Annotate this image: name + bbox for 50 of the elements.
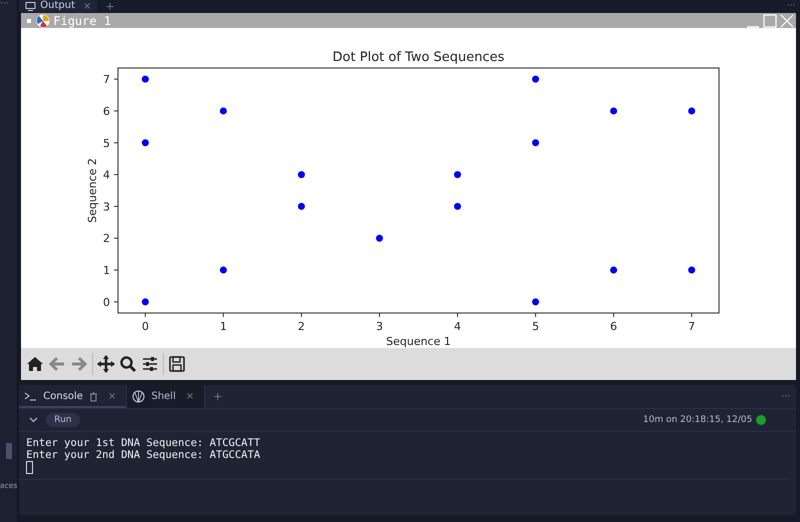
y-tick-label: 2 [103, 232, 110, 246]
y-tick-label: 1 [103, 264, 110, 278]
more-menu[interactable]: ··· [786, 1, 796, 11]
chevron-down-icon[interactable] [29, 417, 38, 423]
scroll-handle [6, 443, 12, 459]
y-tick-label: 3 [103, 200, 110, 214]
console-output-line: Enter your 1st DNA Sequence: ATCGCATT [26, 437, 262, 449]
monitor-icon[interactable] [25, 2, 36, 10]
run-button[interactable]: Run [46, 413, 80, 427]
app-logo-icon[interactable] [36, 14, 50, 28]
x-tick-label: 6 [610, 320, 618, 333]
y-tick-label: 4 [103, 168, 110, 182]
run-status: 10m on 20:18:15, 12/05 [643, 415, 752, 425]
x-tick-label: 0 [142, 320, 150, 333]
more-menu[interactable]: ··· [0, 0, 9, 8]
sliders-icon[interactable] [141, 355, 160, 373]
panel-tab[interactable]: Shell × [127, 385, 206, 408]
x-tick-label: 5 [532, 320, 540, 333]
x-tick-label: 3 [376, 320, 384, 333]
add-tab-button[interactable]: + [105, 0, 115, 12]
x-tick-label: 1 [220, 320, 228, 333]
y-axis-label: Sequence 2 [86, 158, 100, 223]
close-tab-button[interactable]: × [108, 391, 116, 402]
zoom-magnifier-icon[interactable] [119, 355, 138, 373]
prompt-icon[interactable] [24, 390, 38, 403]
text-cursor [26, 461, 34, 474]
console-output-line: Enter your 2nd DNA Sequence: ATGCCATA [26, 449, 262, 461]
panel-tab[interactable]: Console × [19, 385, 128, 408]
more-menu[interactable]: ··· [782, 392, 790, 402]
y-tick-label: 6 [103, 104, 110, 118]
output-tab[interactable]: Output × [19, 0, 98, 12]
x-tick-label: 7 [688, 320, 696, 333]
close-tab-button[interactable]: × [186, 391, 194, 402]
x-tick-label: 4 [454, 320, 462, 333]
shell-icon[interactable] [132, 390, 146, 403]
x-tick-label: 2 [298, 320, 306, 333]
x-axis-label: Sequence 1 [386, 335, 452, 348]
save-icon[interactable] [168, 355, 186, 373]
window-title: Figure 1 [53, 14, 112, 28]
y-tick-label: 7 [103, 73, 110, 86]
status-dot [756, 415, 766, 425]
add-tab-button[interactable]: + [213, 390, 222, 403]
move-arrows-icon[interactable] [97, 355, 116, 373]
y-tick-label: 5 [103, 136, 110, 150]
trash-icon[interactable] [88, 392, 98, 402]
chart-title: Dot Plot of Two Sequences [332, 50, 505, 65]
home-icon[interactable] [26, 355, 44, 373]
close-tab-button[interactable]: × [83, 0, 92, 12]
y-tick-label: 0 [103, 296, 110, 309]
forward-arrow-icon[interactable] [70, 355, 88, 373]
